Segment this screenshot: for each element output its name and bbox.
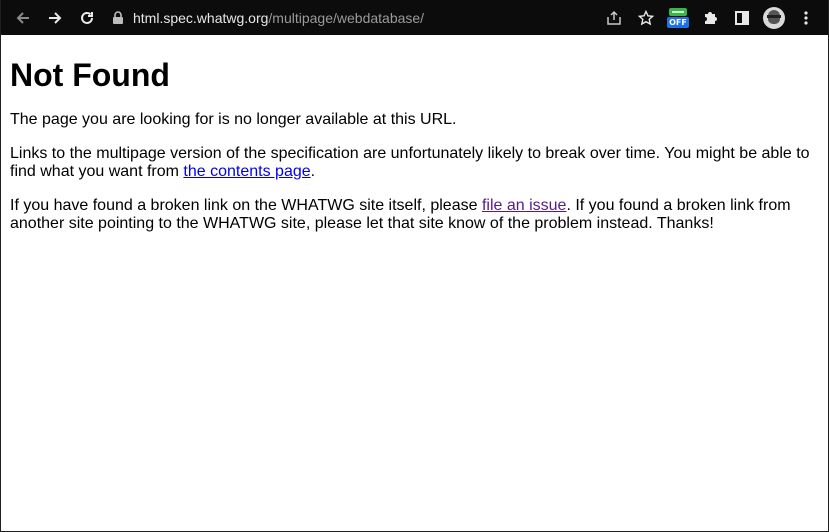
arrow-left-icon bbox=[16, 11, 29, 24]
extensions-button[interactable] bbox=[694, 3, 726, 33]
back-button[interactable] bbox=[7, 3, 39, 33]
browser-window: html.spec.whatwg.org/multipage/webdataba… bbox=[0, 0, 829, 532]
contents-page-link[interactable]: the contents page bbox=[183, 163, 310, 180]
url-text[interactable]: html.spec.whatwg.org/multipage/webdataba… bbox=[133, 10, 424, 26]
reload-button[interactable] bbox=[71, 3, 103, 33]
toolbar-actions: OFF bbox=[598, 3, 828, 33]
bookmark-button[interactable] bbox=[630, 3, 662, 33]
profile-button[interactable] bbox=[758, 3, 790, 33]
page-content: Not Found The page you are looking for i… bbox=[1, 57, 828, 233]
forward-button[interactable] bbox=[39, 3, 71, 33]
lock-icon bbox=[113, 10, 123, 24]
site-info-button[interactable] bbox=[107, 10, 129, 25]
extension-off-button[interactable]: OFF bbox=[662, 3, 694, 33]
paragraph-contents-end: . bbox=[310, 163, 316, 180]
arrow-right-icon bbox=[49, 11, 62, 24]
paragraph-contents-text: Links to the multipage version of the sp… bbox=[10, 145, 810, 180]
extension-top-icon bbox=[669, 7, 687, 16]
share-icon bbox=[607, 10, 621, 25]
paragraph-broken-link-text: If you have found a broken link on the W… bbox=[10, 197, 482, 214]
side-panel-icon bbox=[735, 10, 749, 25]
paragraph-broken-link: If you have found a broken link on the W… bbox=[10, 197, 819, 233]
share-button[interactable] bbox=[598, 3, 630, 33]
avatar bbox=[763, 6, 785, 29]
paragraph-contents: Links to the multipage version of the sp… bbox=[10, 145, 819, 181]
paragraph-unavailable: The page you are looking for is no longe… bbox=[10, 111, 457, 128]
url-host: html.spec.whatwg.org bbox=[133, 9, 269, 26]
file-issue-link[interactable]: file an issue bbox=[482, 197, 567, 214]
page-title: Not Found bbox=[10, 57, 170, 93]
extension-badge: OFF bbox=[667, 16, 689, 28]
side-panel-button[interactable] bbox=[726, 3, 758, 33]
kebab-menu-icon bbox=[804, 10, 808, 25]
avatar-glasses-icon bbox=[767, 14, 781, 18]
extension-off-icon: OFF bbox=[667, 7, 689, 29]
address-bar[interactable]: html.spec.whatwg.org/multipage/webdataba… bbox=[107, 3, 598, 33]
star-icon bbox=[638, 9, 654, 25]
browser-toolbar: html.spec.whatwg.org/multipage/webdataba… bbox=[1, 0, 828, 35]
puzzle-icon bbox=[705, 11, 717, 24]
url-path: /multipage/webdatabase/ bbox=[268, 9, 425, 26]
menu-button[interactable] bbox=[790, 3, 822, 33]
reload-icon bbox=[81, 11, 93, 24]
